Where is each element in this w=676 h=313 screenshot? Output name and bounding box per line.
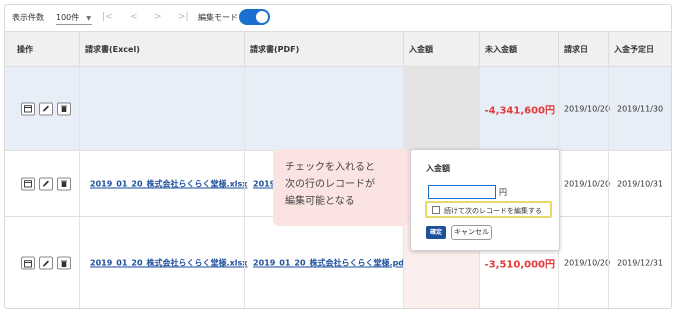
continue-edit-label[interactable]: 続けて次のレコードを編集する <box>444 206 542 216</box>
due-date: 2019/10/31 <box>617 179 664 188</box>
due-date: 2019/11/30 <box>617 104 664 113</box>
excel-link[interactable]: 2019_01_20_株式会社らくらく堂様.xlsx <box>90 258 247 269</box>
calendar-icon[interactable] <box>21 256 35 270</box>
per-page-label: 表示件数 <box>12 13 44 22</box>
toggle-knob <box>256 11 268 23</box>
prev-page-button[interactable]: < <box>130 12 138 22</box>
due-date-cell: 2019/10/31 <box>608 151 671 216</box>
actions-cell <box>5 67 79 150</box>
continue-edit-option[interactable]: 続けて次のレコードを編集する <box>425 201 552 218</box>
trash-icon[interactable] <box>57 102 71 115</box>
popup-title: 入金額 <box>426 164 450 173</box>
excel-cell <box>79 67 244 150</box>
header-received: 入金額 <box>403 32 479 67</box>
pencil-icon[interactable] <box>39 256 53 270</box>
pencil-icon[interactable] <box>39 102 53 115</box>
due-date-cell: 2019/12/31 <box>608 217 671 308</box>
pdf-cell <box>244 67 403 150</box>
excel-cell: 2019_01_20_株式会社らくらく堂様.xlsx <box>79 151 247 216</box>
due-date: 2019/12/31 <box>617 258 664 268</box>
header-pdf: 請求書(PDF) <box>244 32 403 67</box>
cancel-button[interactable]: キャンセル <box>451 225 492 240</box>
table-header: 操作 請求書(Excel) 請求書(PDF) 入金額 未入金額 請求日 入金予定… <box>5 31 671 67</box>
billed-date: 2019/10/20 <box>564 104 611 113</box>
pdf-cell: 2019_01_20_株式会社らくらく堂様.pdf <box>244 217 408 308</box>
invoice-panel: 表示件数 100件 ▼ |< < > >| 編集モード 操作 請求書(Excel… <box>4 4 672 309</box>
trash-icon[interactable] <box>57 256 71 270</box>
header-billed-date: 請求日 <box>558 32 608 67</box>
calendar-icon[interactable] <box>21 177 35 190</box>
unpaid-amount: -3,510,000円 <box>484 259 555 271</box>
toolbar: 表示件数 100件 ▼ |< < > >| 編集モード <box>5 5 671 31</box>
pdf-link[interactable]: 2019 <box>253 179 275 188</box>
actions-cell <box>5 151 79 216</box>
annotation-callout: チェックを入れると 次の行のレコードが 編集可能となる <box>273 149 409 226</box>
billed-date-cell: 2019/10/20 <box>558 151 611 216</box>
table-row: -4,341,600円 2019/10/20 2019/11/30 <box>5 67 671 151</box>
received-amount-popup: 入金額 円 続けて次のレコードを編集する 確定 キャンセル <box>410 149 560 251</box>
header-actions: 操作 <box>17 45 33 54</box>
excel-cell: 2019_01_20_株式会社らくらく堂様.xlsx <box>79 217 247 308</box>
unpaid-cell: -4,341,600円 <box>479 67 558 150</box>
callout-line-1: チェックを入れると <box>285 162 375 173</box>
pencil-icon[interactable] <box>39 177 53 190</box>
excel-link[interactable]: 2019_01_20_株式会社らくらく堂様.xlsx <box>90 178 247 189</box>
amount-input[interactable] <box>428 185 496 199</box>
per-page-value: 100件 <box>56 13 80 22</box>
header-unpaid: 未入金額 <box>479 32 558 67</box>
edit-mode-toggle[interactable] <box>239 9 270 25</box>
due-date-cell: 2019/11/30 <box>608 67 671 150</box>
trash-icon[interactable] <box>57 177 71 190</box>
next-page-button[interactable]: > <box>154 12 162 22</box>
per-page-select[interactable]: 100件 ▼ <box>56 9 92 25</box>
table-row: 2019_01_20_株式会社らくらく堂様.xlsx 2019_01_20_株式… <box>5 217 671 308</box>
unpaid-amount: -4,341,600円 <box>484 105 555 116</box>
chevron-down-icon: ▼ <box>86 15 91 22</box>
callout-line-3: 編集可能となる <box>285 196 355 207</box>
billed-date: 2019/10/20 <box>564 179 611 188</box>
billed-date: 2019/10/20 <box>564 258 611 268</box>
billed-date-cell: 2019/10/20 <box>558 67 611 150</box>
calendar-icon[interactable] <box>21 102 35 115</box>
amount-unit: 円 <box>499 188 507 197</box>
continue-edit-checkbox[interactable] <box>432 206 440 214</box>
last-page-button[interactable]: >| <box>178 12 189 22</box>
pdf-link[interactable]: 2019_01_20_株式会社らくらく堂様.pdf <box>253 258 408 269</box>
received-cell[interactable] <box>403 67 479 150</box>
first-page-button[interactable]: |< <box>102 12 113 22</box>
edit-mode-label: 編集モード <box>198 13 238 22</box>
billed-date-cell: 2019/10/20 <box>558 217 611 308</box>
actions-cell <box>5 217 79 308</box>
header-excel: 請求書(Excel) <box>79 32 244 67</box>
callout-line-2: 次の行のレコードが <box>285 179 375 190</box>
header-due-date: 入金予定日 <box>608 32 671 67</box>
confirm-button[interactable]: 確定 <box>426 226 446 239</box>
